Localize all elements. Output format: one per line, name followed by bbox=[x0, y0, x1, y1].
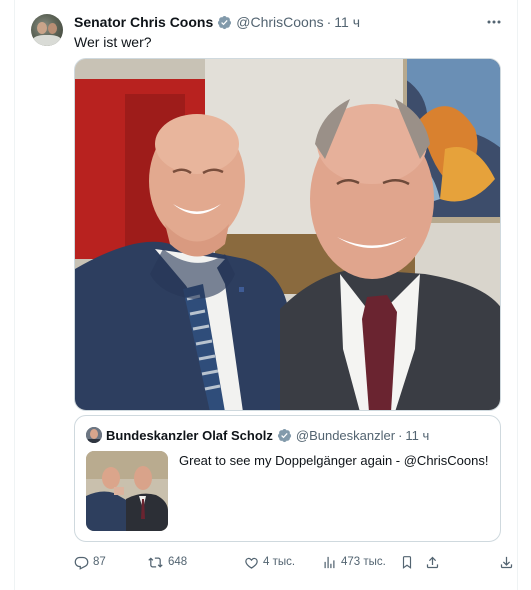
share-icon bbox=[426, 556, 439, 568]
tweet[interactable]: Senator Chris Coons @ChrisCoons · 11 ч W… bbox=[15, 0, 517, 590]
page: Senator Chris Coons @ChrisCoons · 11 ч W… bbox=[0, 0, 531, 590]
tweet-header: Senator Chris Coons @ChrisCoons · 11 ч bbox=[74, 13, 360, 31]
verified-badge-icon bbox=[218, 15, 232, 29]
views-icon bbox=[324, 556, 335, 568]
views-button[interactable]: 473 тыс. bbox=[322, 552, 386, 572]
views-count: 473 тыс. bbox=[341, 556, 386, 568]
quoted-text: Great to see my Doppelgänger again - @Ch… bbox=[179, 453, 489, 468]
tweet-photo[interactable] bbox=[74, 58, 501, 411]
quoted-separator: · bbox=[398, 427, 403, 443]
share-button[interactable] bbox=[425, 552, 444, 572]
download-icon bbox=[500, 556, 513, 568]
retweet-count: 648 bbox=[168, 556, 188, 568]
author-name[interactable]: Senator Chris Coons bbox=[74, 14, 213, 30]
download-button[interactable] bbox=[499, 552, 518, 572]
like-count: 4 тыс. bbox=[263, 556, 296, 568]
tweet-text: Wer ist wer? bbox=[74, 34, 152, 50]
selfie-image bbox=[75, 59, 500, 410]
quoted-tweet[interactable]: Bundeskanzler Olaf Scholz @Bundeskanzler… bbox=[74, 415, 501, 542]
quoted-author-handle[interactable]: @Bundeskanzler bbox=[296, 428, 395, 443]
retweet-icon bbox=[148, 556, 163, 568]
more-icon bbox=[487, 20, 501, 24]
author-handle[interactable]: @ChrisCoons bbox=[236, 14, 323, 30]
author-avatar[interactable] bbox=[31, 14, 63, 46]
quoted-selfie-image bbox=[86, 451, 168, 531]
verified-badge-icon bbox=[277, 428, 291, 442]
tweet-actions: 87 648 4 тыс. 473 тыс. bbox=[74, 552, 513, 572]
tweet-timestamp[interactable]: 11 ч bbox=[334, 14, 360, 30]
like-icon bbox=[245, 557, 258, 569]
quoted-timestamp[interactable]: 11 ч bbox=[405, 428, 429, 443]
reply-icon bbox=[74, 556, 89, 570]
more-options-button[interactable] bbox=[485, 13, 503, 31]
reply-button[interactable]: 87 bbox=[74, 552, 106, 572]
quoted-author-name[interactable]: Bundeskanzler Olaf Scholz bbox=[106, 428, 273, 443]
quoted-photo-thumbnail[interactable] bbox=[86, 451, 168, 531]
quoted-header: Bundeskanzler Olaf Scholz @Bundeskanzler… bbox=[106, 426, 429, 444]
bookmark-icon bbox=[402, 555, 412, 569]
bookmark-button[interactable] bbox=[400, 552, 418, 572]
retweet-button[interactable]: 648 bbox=[147, 552, 187, 572]
header-separator: · bbox=[326, 14, 332, 30]
reply-count: 87 bbox=[93, 556, 106, 568]
like-button[interactable]: 4 тыс. bbox=[244, 552, 295, 572]
right-divider bbox=[517, 0, 518, 590]
quoted-author-avatar[interactable] bbox=[86, 427, 102, 443]
